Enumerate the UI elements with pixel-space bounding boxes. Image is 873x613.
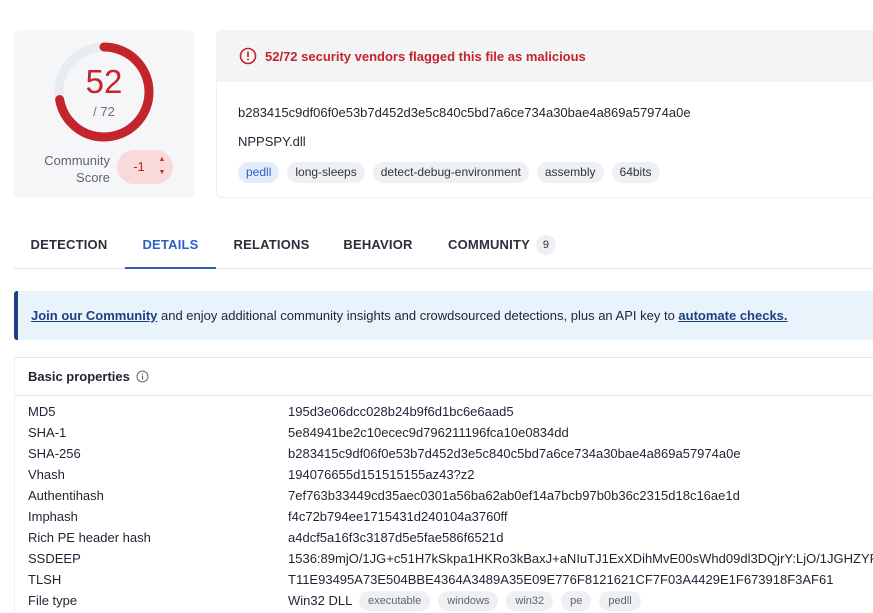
property-row-sha256: SHA-256 b283415c9df06f0e53b7d452d3e5c840…	[28, 446, 741, 461]
detected-count: 52	[85, 63, 123, 100]
property-row-vhash: Vhash 194076655d151515155az43?z2	[28, 467, 475, 482]
property-row-ssdeep: SSDEEP 1536:89mjO/1JG+c51H7kSkpa1HKRo3kB…	[28, 551, 873, 566]
file-type-tag[interactable]: pedll	[599, 591, 641, 611]
basic-properties-section: Basic properties MD5 195d3e06dcc028b24b9…	[14, 357, 873, 613]
community-score-value: -1	[133, 159, 145, 174]
file-type-tag[interactable]: executable	[359, 591, 431, 611]
divider	[15, 395, 873, 396]
report-tabs: DETECTION DETAILS RELATIONS BEHAVIOR COM…	[14, 224, 873, 269]
automate-checks-link[interactable]: automate checks.	[678, 308, 787, 323]
file-name: NPPSPY.dll	[238, 134, 306, 149]
malicious-alert: 52/72 security vendors flagged this file…	[217, 31, 873, 82]
file-type-tags: executable windows win32 pe pedll	[359, 591, 641, 611]
property-row-md5: MD5 195d3e06dcc028b24b9f6d1bc6e6aad5	[28, 404, 514, 419]
detection-gauge: 52 / 72	[53, 41, 155, 143]
tag-detect-debug-environment[interactable]: detect-debug-environment	[372, 162, 529, 183]
tab-details[interactable]: DETAILS	[125, 224, 216, 269]
property-row-rich-pe-header-hash: Rich PE header hash a4dcf5a16f3c3187d5e5…	[28, 530, 504, 545]
tab-community[interactable]: COMMUNITY 9	[439, 224, 565, 269]
info-icon[interactable]	[136, 370, 149, 383]
community-score-label: Community Score	[44, 153, 110, 185]
banner-text: and enjoy additional community insights …	[157, 308, 679, 323]
property-row-tlsh: TLSH T11E93495A73E504BBE4364A3489A35E09E…	[28, 572, 834, 587]
community-banner: Join our Community and enjoy additional …	[14, 291, 873, 340]
tag-long-sleeps[interactable]: long-sleeps	[287, 162, 365, 183]
tag-pedll[interactable]: pedll	[238, 162, 280, 183]
property-row-imphash: Imphash f4c72b794ee1715431d240104a3760ff	[28, 509, 508, 524]
join-community-link[interactable]: Join our Community	[31, 308, 157, 323]
tab-relations[interactable]: RELATIONS	[221, 224, 322, 269]
detection-score-card: 52 / 72 Community Score -1 ▲ ▼	[14, 30, 194, 198]
tag-64bits[interactable]: 64bits	[611, 162, 660, 183]
total-vendors: / 72	[93, 104, 115, 119]
file-tags: pedll long-sleeps detect-debug-environme…	[238, 162, 660, 183]
property-row-file-type: File type Win32 DLL executable windows w…	[28, 591, 873, 613]
property-row-sha1: SHA-1 5e84941be2c10ecec9d796211196fca10e…	[28, 425, 569, 440]
vote-down-icon[interactable]: ▼	[157, 166, 167, 179]
community-count-badge: 9	[535, 235, 556, 255]
alert-text: 52/72 security vendors flagged this file…	[265, 49, 586, 64]
file-sha256[interactable]: b283415c9df06f0e53b7d452d3e5c840c5bd7a6c…	[238, 105, 691, 120]
file-type-tag[interactable]: win32	[506, 591, 554, 611]
property-row-authentihash: Authentihash 7ef763b33449cd35aec0301a56b…	[28, 488, 740, 503]
vote-arrows[interactable]: ▲ ▼	[157, 153, 167, 179]
section-title: Basic properties	[28, 369, 130, 384]
file-type-tag[interactable]: pe	[561, 591, 592, 611]
file-summary-card: 52/72 security vendors flagged this file…	[216, 30, 873, 198]
community-score-pill: -1 ▲ ▼	[117, 150, 173, 184]
file-type-tag[interactable]: windows	[438, 591, 499, 611]
alert-circle-icon	[239, 47, 257, 65]
tab-behavior[interactable]: BEHAVIOR	[332, 224, 424, 269]
tab-detection[interactable]: DETECTION	[14, 224, 124, 269]
tag-assembly[interactable]: assembly	[536, 162, 604, 183]
vote-up-icon[interactable]: ▲	[157, 153, 167, 166]
